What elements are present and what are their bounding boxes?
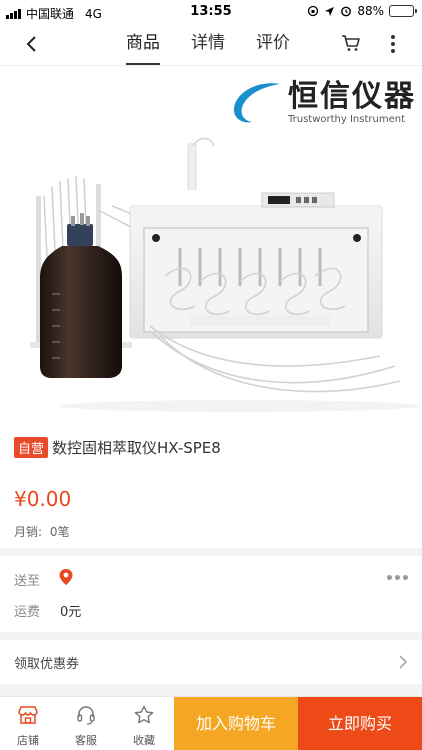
location-pin-icon[interactable] [58,568,74,586]
product-price: ¥0.00 [14,487,72,511]
coupon-row[interactable]: 领取优惠券 [0,640,422,684]
alarm-icon [341,6,352,17]
orientation-lock-icon [308,5,319,17]
cart-icon[interactable] [340,32,362,54]
brand-logo: 恒信仪器 Trustworthy Instrument [228,78,416,126]
buy-now-button[interactable]: 立即购买 [298,697,422,750]
product-info-card: 自营 数控固相萃取仪HX-SPE8 ¥0.00 月销: 0笔 [0,421,422,548]
coupon-label: 领取优惠券 [14,657,80,672]
delivery-card[interactable]: 送至 运费 0元 [0,556,422,632]
headset-icon [77,706,95,725]
tab-reviews[interactable]: 评价 [256,24,290,66]
product-detail-page: 中国联通 4G 13:55 88% 商品 详情 评价 恒信仪器 Trustwor… [0,0,422,750]
customer-service-label: 客服 [75,734,97,747]
status-bar: 中国联通 4G 13:55 88% [0,0,422,24]
favorite-label: 收藏 [133,734,155,747]
product-image[interactable]: 恒信仪器 Trustworthy Instrument [0,66,422,421]
tab-product[interactable]: 商品 [126,24,160,66]
freight-label: 运费 [14,605,41,620]
add-to-cart-button[interactable]: 加入购物车 [174,697,298,750]
self-operated-badge: 自营 [14,437,49,458]
product-title: 数控固相萃取仪HX-SPE8 [52,439,221,457]
customer-service-button[interactable]: 客服 [58,697,114,750]
store-icon [18,706,38,724]
store-label: 店铺 [17,734,39,747]
brand-swoosh-icon [233,83,280,123]
battery-percent: 88% [357,4,384,18]
brand-tagline: Trustworthy Instrument [288,113,406,125]
more-vertical-icon[interactable] [388,33,398,55]
sales-value: 0笔 [49,525,70,539]
tab-bar: 商品 详情 评价 [126,24,290,66]
freight-value: 0元 [60,605,82,620]
chevron-left-icon[interactable] [20,32,44,56]
brand-name: 恒信仪器 [288,78,416,114]
bottom-action-bar: 店铺 客服 收藏 加入购物车 立即购买 [0,696,422,750]
nav-bar: 商品 详情 评价 [0,24,422,66]
chevron-right-icon [399,655,408,669]
store-button[interactable]: 店铺 [0,697,56,750]
battery-icon [389,5,417,17]
location-arrow-icon [325,6,335,16]
favorite-button[interactable]: 收藏 [116,697,172,750]
tab-details[interactable]: 详情 [191,24,225,66]
more-horizontal-icon[interactable] [387,575,408,580]
ship-to-label: 送至 [14,574,41,589]
monthly-sales: 月销: 0笔 [14,523,70,540]
star-icon [134,705,154,724]
sales-label: 月销: [14,525,43,539]
